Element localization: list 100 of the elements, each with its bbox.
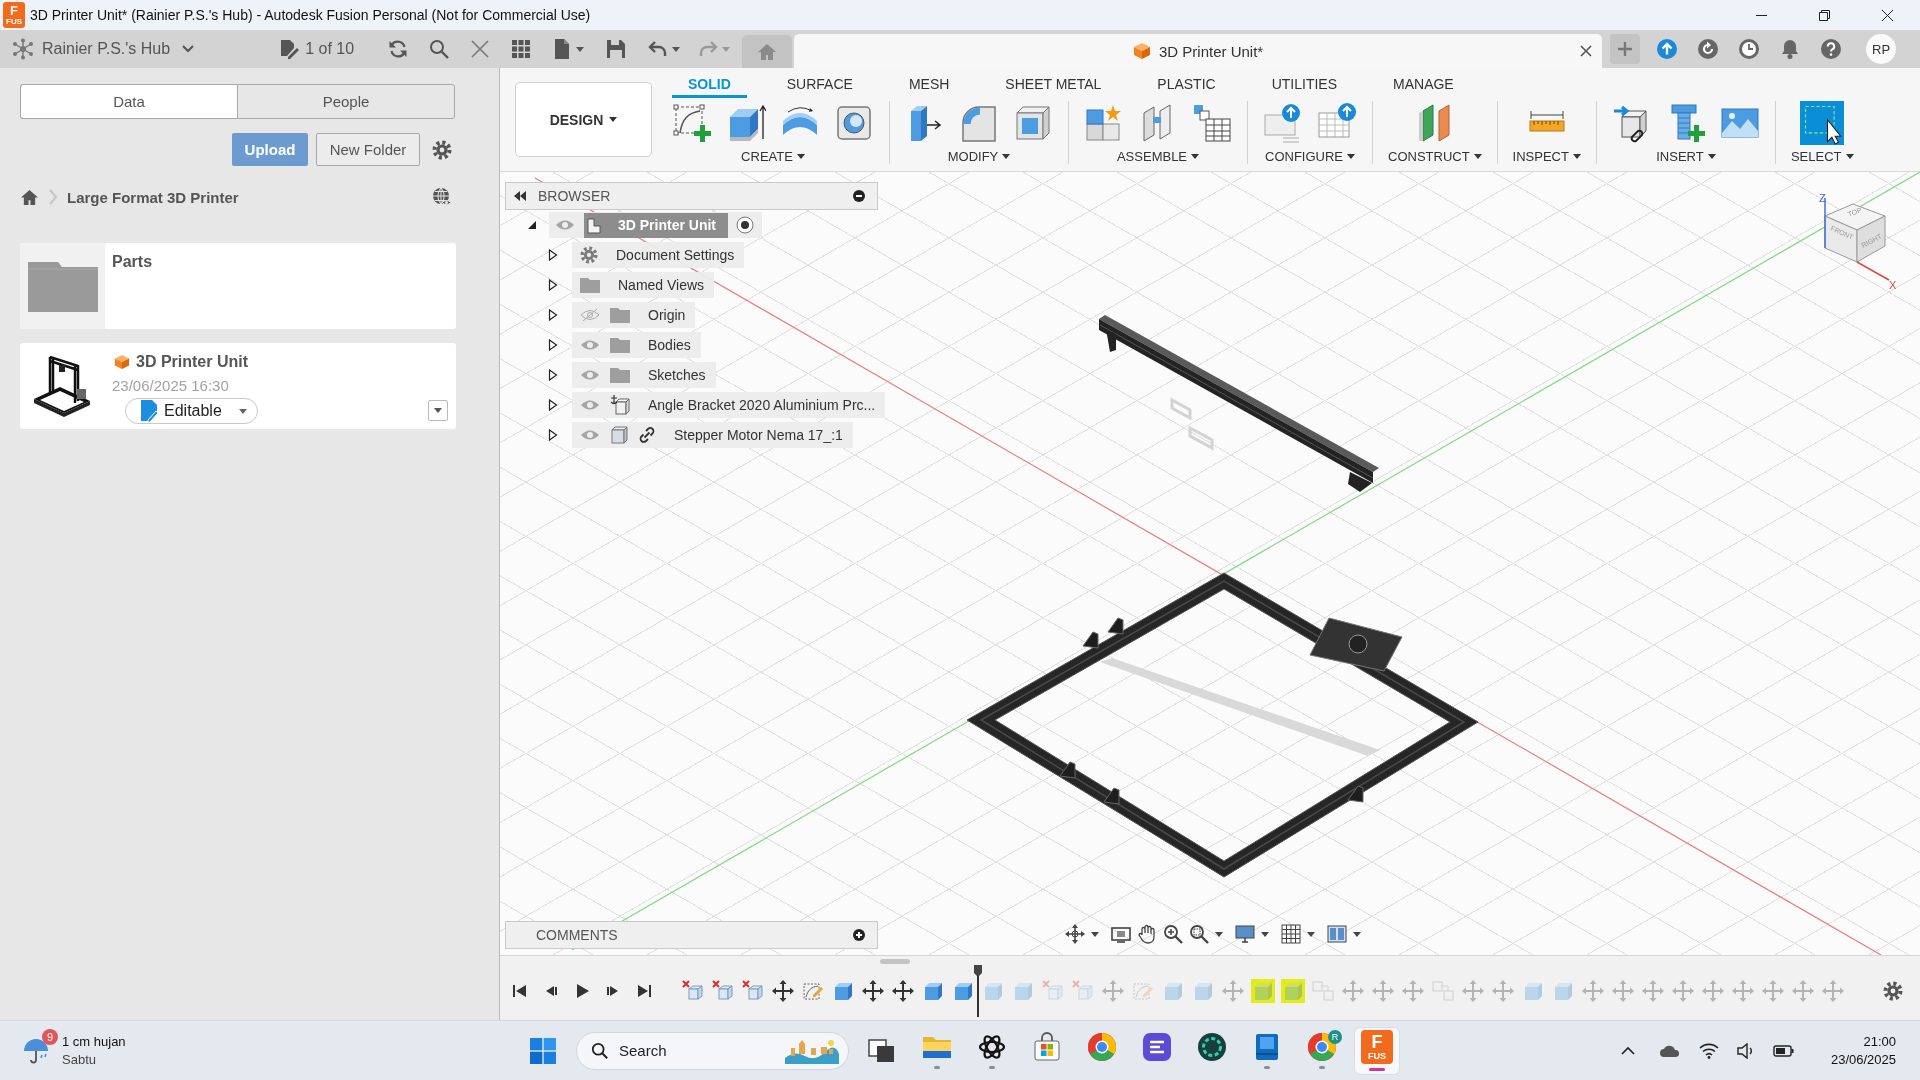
expand-arrow-icon[interactable] [548, 339, 558, 351]
move-arrows-icon[interactable] [861, 979, 885, 1003]
move-arrows-icon[interactable] [1065, 924, 1085, 944]
upload-box-icon[interactable] [1263, 103, 1303, 143]
workspace-menu[interactable]: DESIGN [515, 82, 652, 157]
close-icon[interactable] [1882, 9, 1893, 21]
hole-cube-icon[interactable] [834, 103, 874, 143]
user-avatar[interactable]: RP [1866, 34, 1897, 64]
ribbon-tab[interactable]: PLASTIC [1141, 72, 1232, 98]
clock-date[interactable]: 23/06/2025 [1830, 1052, 1896, 1067]
undo-icon[interactable] [648, 39, 669, 59]
add-icon[interactable] [853, 929, 865, 941]
play-icon[interactable] [574, 983, 590, 999]
weather-day[interactable]: Sabtu [62, 1052, 126, 1067]
caret-icon[interactable] [1002, 154, 1011, 159]
tool-group-menu[interactable]: INSPECT [1512, 149, 1581, 164]
version-button[interactable]: 1 of 10 [279, 39, 355, 59]
restore-icon[interactable] [1819, 9, 1830, 21]
wifi-icon[interactable] [1698, 1042, 1719, 1059]
tool-group-menu[interactable]: MODIFY [947, 149, 1011, 164]
ribbon-tab[interactable]: SURFACE [770, 72, 869, 98]
caret-icon[interactable] [1215, 931, 1223, 937]
selection-cursor-icon[interactable] [1799, 101, 1846, 145]
caret-icon[interactable] [434, 408, 442, 413]
tree-item[interactable]: Bodies [572, 332, 701, 358]
refresh-icon[interactable] [388, 39, 409, 59]
expand-arrow-icon[interactable] [548, 279, 558, 291]
rounded-block-icon[interactable] [959, 103, 999, 143]
tree-item[interactable]: Angle Bracket 2020 Aluminium Prc... [572, 392, 886, 418]
ribbon-tab[interactable]: SHEET METAL [989, 72, 1118, 98]
document-tab[interactable]: 3D Printer Unit* [794, 34, 1603, 68]
tree-item[interactable]: Sketches [572, 362, 716, 388]
radio-icon[interactable] [736, 216, 754, 234]
save-icon[interactable] [606, 39, 627, 59]
grid-icon[interactable] [511, 39, 532, 59]
tool-group-menu[interactable]: SELECT [1790, 149, 1854, 164]
chevron-up-icon[interactable] [1620, 1046, 1635, 1055]
tool-group-menu[interactable]: INSERT [1656, 149, 1716, 164]
new-tab-button[interactable] [1610, 34, 1641, 64]
expand-arrow-icon[interactable] [527, 220, 537, 230]
search-icon[interactable] [429, 39, 450, 59]
caret-icon[interactable] [1191, 154, 1200, 159]
sketch-plus-icon[interactable] [672, 103, 712, 143]
expand-arrow-icon[interactable] [548, 249, 558, 261]
tool-group-menu[interactable]: CONSTRUCT [1388, 149, 1482, 164]
ribbon-tab[interactable]: UTILITIES [1255, 72, 1354, 98]
base-frame[interactable] [966, 572, 1479, 878]
caret-icon[interactable] [239, 408, 247, 414]
panel-resize-handle[interactable] [880, 959, 910, 964]
globe-eye-icon[interactable] [432, 187, 452, 207]
caret-icon[interactable] [1707, 154, 1716, 159]
clock-time[interactable]: 21:00 [1863, 1034, 1896, 1049]
cloud-icon[interactable] [1658, 1043, 1681, 1058]
breadcrumb-current[interactable]: Large Format 3D Printer [67, 188, 239, 206]
motor-mount[interactable] [1309, 617, 1403, 672]
caret-icon[interactable] [609, 117, 618, 122]
skip-end-icon[interactable] [636, 983, 652, 999]
table-list-icon[interactable] [1192, 103, 1232, 143]
monitor-icon[interactable] [1235, 925, 1255, 943]
magnifier-icon[interactable] [1189, 924, 1209, 944]
rail-beam[interactable] [1099, 315, 1379, 492]
chevron-down-icon[interactable] [182, 45, 195, 53]
tree-item[interactable]: Document Settings [572, 242, 745, 268]
move-arrows-icon[interactable] [891, 979, 915, 1003]
search-field[interactable]: Search [576, 1031, 849, 1070]
bell-icon[interactable] [1780, 39, 1801, 59]
minimize-icon[interactable] [853, 190, 865, 202]
move-arrows-icon[interactable] [771, 979, 795, 1003]
caret-icon[interactable] [1261, 931, 1269, 937]
settings-icon[interactable] [1883, 981, 1903, 1001]
tool-group-menu[interactable]: CONFIGURE [1265, 149, 1355, 164]
cube-cross-icon[interactable] [711, 979, 735, 1003]
expand-arrow-icon[interactable] [548, 429, 558, 441]
collapse-icon[interactable] [514, 191, 526, 201]
tree-item[interactable]: Origin [572, 302, 696, 328]
cube-cross-icon[interactable] [681, 979, 705, 1003]
timeline-marker[interactable] [973, 965, 983, 1017]
skip-start-icon[interactable] [512, 983, 528, 999]
tool-group-menu[interactable]: CREATE [741, 149, 805, 164]
caret-icon[interactable] [1307, 931, 1315, 937]
caret-icon[interactable] [1473, 154, 1482, 159]
task-view-icon[interactable] [868, 1037, 896, 1064]
caret-icon[interactable] [1353, 931, 1361, 937]
hollow-box-icon[interactable] [1013, 103, 1053, 143]
folder-card[interactable]: Parts [20, 243, 456, 329]
caret-icon[interactable] [1091, 931, 1099, 937]
taskbar-app[interactable]: R [1300, 1027, 1344, 1074]
speaker-icon[interactable] [1736, 1042, 1755, 1059]
ribbon-tab[interactable]: MESH [892, 72, 966, 98]
home-icon[interactable] [20, 188, 39, 206]
tree-item[interactable]: Stepper Motor Nema 17_:1 [572, 422, 853, 448]
help-icon[interactable] [1821, 39, 1842, 59]
ribbon-tab[interactable]: MANAGE [1377, 72, 1470, 98]
new-folder-button[interactable]: New Folder [316, 133, 420, 166]
weather-text[interactable]: 1 cm hujan [62, 1034, 126, 1049]
start-icon[interactable] [530, 1037, 556, 1064]
expand-arrow-icon[interactable] [548, 309, 558, 321]
panel-tab[interactable]: People [237, 84, 455, 119]
expand-arrow-icon[interactable] [548, 399, 558, 411]
caret-icon[interactable] [1572, 154, 1581, 159]
